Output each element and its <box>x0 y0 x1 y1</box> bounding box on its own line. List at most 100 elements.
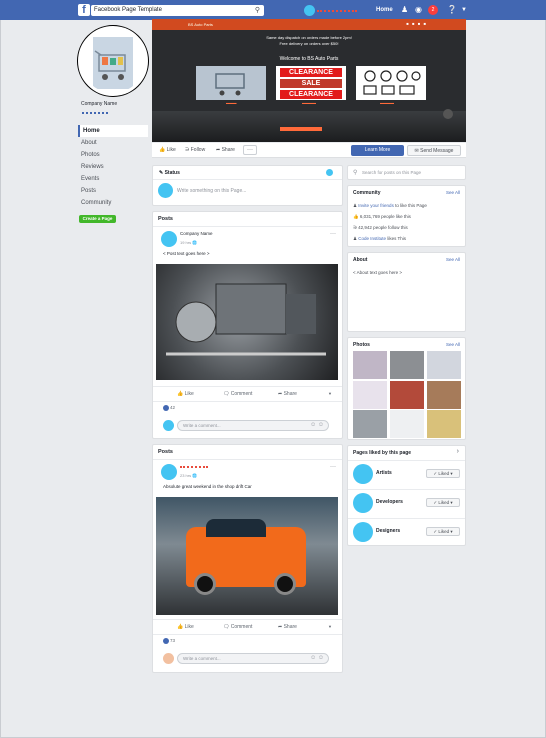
facebook-logo-icon[interactable]: f <box>78 4 90 16</box>
nav-item-home[interactable]: Home <box>78 125 148 137</box>
help-icon[interactable]: ❔ <box>447 6 457 14</box>
photo-thumbnail[interactable] <box>390 381 424 409</box>
like-reaction-icon <box>163 405 169 411</box>
photo-thumbnail[interactable] <box>427 410 461 438</box>
learn-more-button[interactable]: Learn More <box>351 145 404 156</box>
emoji-icon[interactable]: ☺ ☺ <box>310 422 324 428</box>
notification-badge[interactable]: 2 <box>428 5 438 15</box>
cover-shop-button[interactable] <box>280 127 322 131</box>
nav-item-events[interactable]: Events <box>78 173 148 185</box>
post-author-avatar[interactable] <box>161 464 177 480</box>
company-handle-scribble[interactable] <box>82 111 108 114</box>
post-car-image[interactable] <box>156 497 338 615</box>
liked-toggle-button[interactable]: ✓ Liked ▾ <box>426 527 460 536</box>
post-options-icon[interactable]: ··· <box>330 464 336 470</box>
divider <box>348 460 465 461</box>
post-comment-button[interactable]: 🗨 Comment <box>223 391 252 397</box>
post-share-button[interactable]: ➦ Share <box>278 391 297 397</box>
like-reaction-icon <box>163 638 169 644</box>
status-label: Status <box>164 170 180 176</box>
post-like-count[interactable]: 42 <box>163 405 175 411</box>
nav-item-photos[interactable]: Photos <box>78 149 148 161</box>
liked-button-label: Liked <box>438 471 450 476</box>
post-like-count[interactable]: 73 <box>163 638 175 644</box>
status-tab[interactable]: ✎ Status <box>159 170 180 176</box>
post-card-2: Posts 23 hrs 🌐 ··· Absolute great weeken… <box>152 444 343 673</box>
chevron-down-icon[interactable]: ▼ <box>461 6 467 14</box>
profile-avatar[interactable] <box>304 5 315 16</box>
photo-thumbnail[interactable] <box>427 381 461 409</box>
liked-page-avatar[interactable] <box>353 464 373 484</box>
cover-scroll-indicator[interactable] <box>443 109 453 119</box>
divider <box>348 489 465 490</box>
friends-icon[interactable]: ♟ <box>401 6 408 14</box>
nav-item-posts[interactable]: Posts <box>78 185 148 197</box>
page-more-button[interactable]: ··· <box>243 145 257 155</box>
liked-page-avatar[interactable] <box>353 522 373 542</box>
send-message-button[interactable]: ✉ Send Message <box>407 145 461 156</box>
cover-dispatch-text: Same day dispatch on orders made before … <box>266 35 352 40</box>
liked-page-avatar[interactable] <box>353 493 373 513</box>
post-timestamp[interactable]: 19 hrs 🌐 <box>180 240 197 245</box>
photo-thumbnail[interactable] <box>353 351 387 379</box>
nav-item-about[interactable]: About <box>78 137 148 149</box>
post-author-name-scribble[interactable] <box>180 464 208 469</box>
friend-name-link[interactable]: Code Institute <box>358 236 386 241</box>
liked-page-name[interactable]: Developers <box>376 499 403 505</box>
search-icon[interactable]: ⚲ <box>255 6 260 14</box>
liked-page-name[interactable]: Designers <box>376 528 400 534</box>
photo-thumbnail[interactable] <box>390 410 424 438</box>
photo-thumbnail[interactable] <box>427 351 461 379</box>
post-text: Absolute great weekend in the shop drift… <box>163 484 252 489</box>
car-window-shape <box>206 519 266 537</box>
liked-page-name[interactable]: Artists <box>376 470 392 476</box>
messenger-icon[interactable]: ◉ <box>415 6 422 14</box>
photo-thumbnail[interactable] <box>353 381 387 409</box>
top-search-input[interactable]: Facebook Page Template ⚲ <box>91 5 264 16</box>
post-share-menu-icon[interactable]: ▼ <box>328 391 332 396</box>
cover-delivery-text: Free delivery on orders over $50! <box>279 41 339 46</box>
photo-thumbnail[interactable] <box>390 351 424 379</box>
post-timestamp[interactable]: 23 hrs 🌐 <box>180 473 197 478</box>
page-like-label: Like <box>166 147 176 153</box>
post-options-icon[interactable]: ··· <box>330 231 336 237</box>
page-like-button[interactable]: 👍 Like <box>159 147 176 153</box>
status-avatar-selector[interactable] <box>326 169 333 176</box>
post-engine-image[interactable] <box>156 264 338 380</box>
liked-toggle-button[interactable]: ✓ Liked ▾ <box>426 469 460 478</box>
invite-friends-link[interactable]: Invite your friends <box>358 203 394 208</box>
about-see-all-link[interactable]: See All <box>446 257 460 262</box>
photos-see-all-link[interactable]: See All <box>446 342 460 347</box>
post-author-avatar[interactable] <box>161 231 177 247</box>
comment-input[interactable]: Write a comment... ☺ ☺ <box>177 420 329 431</box>
post-like-label: Like <box>184 624 194 630</box>
post-author-name[interactable]: Company Name <box>180 231 213 236</box>
top-navigation-bar: f Facebook Page Template ⚲ Home ♟ ◉ 2 ❔ … <box>0 0 546 20</box>
nav-item-reviews[interactable]: Reviews <box>78 161 148 173</box>
post-share-menu-icon[interactable]: ▼ <box>328 624 332 629</box>
photo-thumbnail[interactable] <box>353 410 387 438</box>
post-comment-button[interactable]: 🗨 Comment <box>223 624 252 630</box>
chevron-right-icon[interactable]: › <box>457 448 459 455</box>
page-search-placeholder: Search for posts on this Page <box>362 170 422 175</box>
profile-name-scribble[interactable] <box>317 7 357 12</box>
cover-photo[interactable]: BS Auto Parts ■ ■ ■ ■ Same day dispatch … <box>152 19 466 142</box>
community-see-all-link[interactable]: See All <box>446 190 460 195</box>
post-like-button[interactable]: 👍 Like <box>177 624 194 630</box>
nav-item-community[interactable]: Community <box>78 197 148 209</box>
status-input[interactable]: Write something on this Page... <box>177 188 246 194</box>
page-post-search[interactable]: ⚲ Search for posts on this Page <box>347 165 466 180</box>
post-comment-label: Comment <box>230 624 253 630</box>
clearance-banner-middle: SALE <box>280 79 342 88</box>
emoji-icon[interactable]: ☺ ☺ <box>310 655 324 661</box>
comment-input[interactable]: Write a comment... ☺ ☺ <box>177 653 329 664</box>
home-link[interactable]: Home <box>376 7 393 13</box>
post-like-button[interactable]: 👍 Like <box>177 391 194 397</box>
invite-friends-text: to like this Page <box>395 203 427 208</box>
page-share-button[interactable]: ➦ Share <box>216 147 235 153</box>
page-follow-button[interactable]: ∋ Follow <box>185 147 205 153</box>
create-page-button[interactable]: Create a Page <box>79 215 116 223</box>
post-share-button[interactable]: ➦ Share <box>278 624 297 630</box>
liked-toggle-button[interactable]: ✓ Liked ▾ <box>426 498 460 507</box>
page-profile-picture[interactable] <box>78 26 148 96</box>
